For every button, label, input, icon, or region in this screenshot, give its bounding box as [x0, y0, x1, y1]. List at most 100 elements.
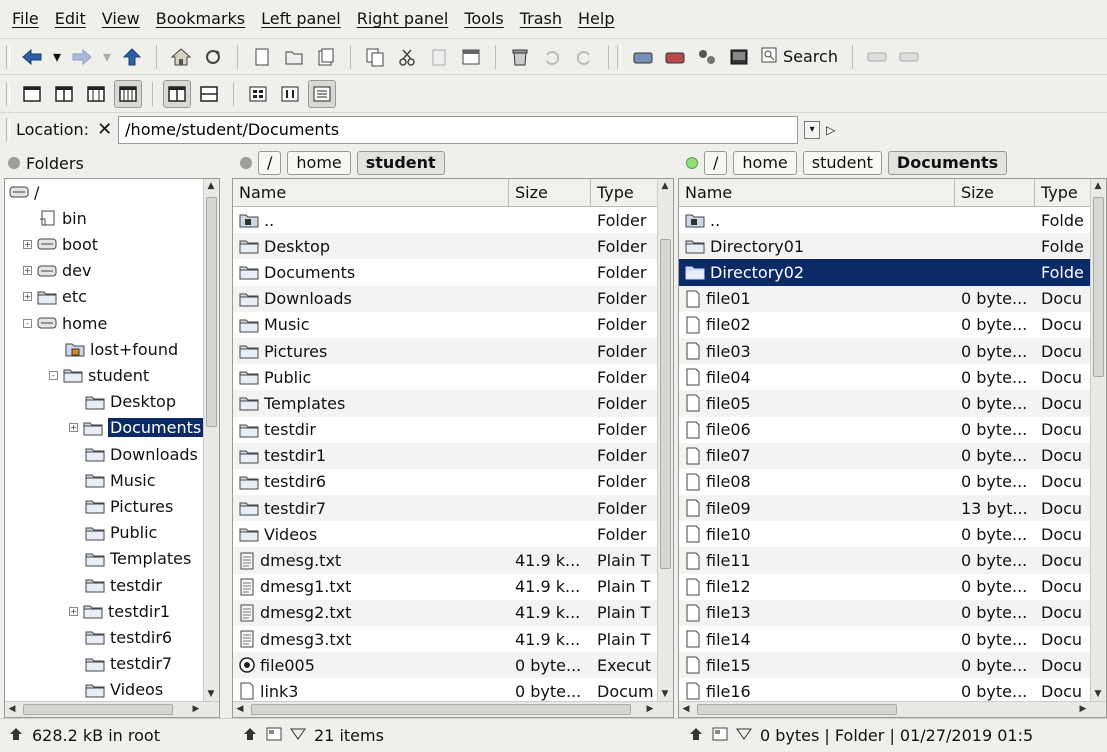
expand-icon[interactable]: +: [23, 239, 32, 249]
back-dropdown-icon[interactable]: ▾: [50, 43, 64, 71]
file-row[interactable]: file06 0 byte... Docu: [679, 417, 1106, 443]
type-column-header[interactable]: Type: [591, 179, 657, 206]
file-row[interactable]: file12 0 byte... Docu: [679, 574, 1106, 600]
breadcrumb-item[interactable]: student: [356, 151, 445, 175]
file-row[interactable]: file005 0 byte... Execut: [233, 652, 673, 679]
tree-item[interactable]: + Documents: [69, 415, 204, 441]
list-mode-icon[interactable]: [712, 726, 728, 746]
tree-item[interactable]: Desktop: [69, 389, 176, 415]
tree-item[interactable]: - student: [49, 362, 149, 388]
file-row[interactable]: Videos Folder: [233, 521, 673, 547]
network-drive-icon[interactable]: [661, 43, 689, 71]
tree-item[interactable]: testdir6: [69, 624, 172, 650]
tree-item[interactable]: Templates: [69, 546, 191, 572]
file-row[interactable]: Directory01 Folde: [679, 233, 1106, 260]
file-row[interactable]: testdir Folder: [233, 417, 673, 443]
vertical-scrollbar[interactable]: ▲ ▼: [657, 179, 673, 701]
forward-dropdown-icon[interactable]: ▾: [100, 43, 114, 71]
location-input[interactable]: [118, 115, 799, 144]
file-row[interactable]: file08 0 byte... Docu: [679, 469, 1106, 495]
name-column-header[interactable]: Name: [679, 179, 955, 206]
tree-item[interactable]: testdir7: [69, 651, 172, 677]
file-row[interactable]: Pictures Folder: [233, 337, 673, 365]
file-row[interactable]: file10 0 byte... Docu: [679, 521, 1106, 547]
tree-item[interactable]: + etc: [23, 284, 87, 310]
refresh-icon[interactable]: [199, 43, 227, 71]
type-column-header[interactable]: Type: [1035, 179, 1095, 206]
breadcrumb-item[interactable]: /: [258, 151, 282, 175]
go-icon[interactable]: ▷: [826, 123, 835, 137]
tree-item[interactable]: + dev: [23, 258, 91, 284]
horizontal-scrollbar[interactable]: ◀ ▶: [679, 701, 1106, 717]
menu-tools[interactable]: Tools: [456, 0, 511, 38]
file-row[interactable]: testdir6 Folder: [233, 469, 673, 495]
search-button[interactable]: Search: [755, 43, 844, 71]
toolbar-grip[interactable]: [6, 81, 10, 106]
tree-item[interactable]: /: [9, 179, 39, 205]
icon-view-icon[interactable]: [244, 80, 272, 108]
tree-item[interactable]: Public: [69, 520, 157, 546]
undo-icon[interactable]: [538, 43, 566, 71]
toolbar-grip[interactable]: [6, 44, 10, 69]
tree-item[interactable]: + testdir1: [69, 598, 170, 624]
file-row[interactable]: Public Folder: [233, 364, 673, 390]
file-row[interactable]: file04 0 byte... Docu: [679, 364, 1106, 390]
menu-trash[interactable]: Trash: [512, 0, 570, 38]
menu-help[interactable]: Help: [570, 0, 622, 38]
single-pane-icon[interactable]: [18, 80, 46, 108]
file-row[interactable]: file07 0 byte... Docu: [679, 442, 1106, 469]
cut-icon[interactable]: [393, 43, 421, 71]
expand-icon[interactable]: +: [23, 266, 32, 276]
file-row[interactable]: .. Folder: [233, 207, 673, 233]
file-row[interactable]: dmesg.txt 41.9 k... Plain T: [233, 547, 673, 574]
menu-right-panel[interactable]: Right panel: [349, 0, 457, 38]
bookmark-left-icon[interactable]: [863, 43, 891, 71]
toolbar-grip[interactable]: [6, 117, 10, 142]
size-column-header[interactable]: Size: [955, 179, 1035, 206]
properties-icon[interactable]: [457, 43, 485, 71]
filter-icon[interactable]: [736, 726, 752, 745]
tree-item[interactable]: - home: [23, 310, 107, 336]
name-column-header[interactable]: Name: [233, 179, 509, 206]
collapse-icon[interactable]: -: [23, 318, 32, 328]
file-row[interactable]: Desktop Folder: [233, 233, 673, 260]
file-row[interactable]: file14 0 byte... Docu: [679, 626, 1106, 652]
tree-item[interactable]: testdir: [69, 572, 162, 598]
tree-item[interactable]: Videos: [69, 677, 163, 703]
new-tab-icon[interactable]: [248, 43, 276, 71]
collapse-icon[interactable]: -: [49, 370, 58, 380]
three-pane-icon[interactable]: [82, 80, 110, 108]
vertical-scrollbar[interactable]: ▲ ▼: [203, 179, 219, 701]
compact-view-icon[interactable]: [276, 80, 304, 108]
file-row[interactable]: file03 0 byte... Docu: [679, 337, 1106, 365]
trash-icon[interactable]: [506, 43, 534, 71]
expand-icon[interactable]: +: [69, 423, 78, 433]
file-row[interactable]: file13 0 byte... Docu: [679, 599, 1106, 626]
vertical-scrollbar[interactable]: ▲ ▼: [1090, 179, 1106, 701]
file-row[interactable]: file01 0 byte... Docu: [679, 285, 1106, 312]
new-folder-icon[interactable]: [280, 43, 308, 71]
breadcrumb-item[interactable]: /: [704, 151, 728, 175]
file-row[interactable]: file09 13 byt... Docu: [679, 495, 1106, 522]
tree-item[interactable]: + boot: [23, 231, 98, 257]
file-row[interactable]: testdir7 Folder: [233, 495, 673, 522]
copy-icon[interactable]: [361, 43, 389, 71]
list-view-icon[interactable]: [308, 79, 336, 108]
file-row[interactable]: Downloads Folder: [233, 285, 673, 312]
toolbar-grip[interactable]: [617, 44, 621, 69]
up-icon[interactable]: [118, 43, 146, 71]
file-row[interactable]: testdir1 Folder: [233, 442, 673, 469]
tree-item[interactable]: Downloads: [69, 441, 198, 467]
size-column-header[interactable]: Size: [509, 179, 591, 206]
network-icon[interactable]: [693, 43, 721, 71]
file-row[interactable]: file11 0 byte... Docu: [679, 547, 1106, 574]
breadcrumb-item[interactable]: Documents: [887, 151, 1008, 175]
tree-item[interactable]: Music: [69, 467, 156, 493]
file-row[interactable]: .. Folde: [679, 207, 1106, 233]
file-row[interactable]: dmesg3.txt 41.9 k... Plain T: [233, 626, 673, 652]
file-row[interactable]: dmesg1.txt 41.9 k... Plain T: [233, 574, 673, 600]
file-row[interactable]: Directory02 Folde: [679, 259, 1106, 286]
home-icon[interactable]: [167, 43, 195, 71]
breadcrumb-item[interactable]: home: [287, 151, 351, 175]
clear-location-icon[interactable]: ✕: [97, 119, 112, 140]
